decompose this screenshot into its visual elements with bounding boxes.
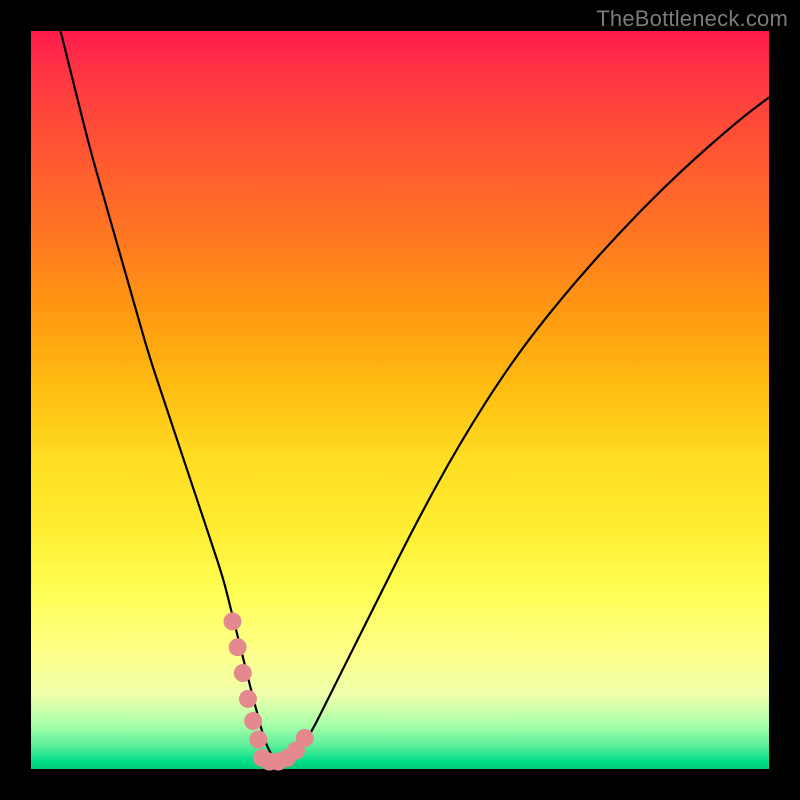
highlight-dot	[223, 612, 241, 630]
plot-overlay	[31, 31, 769, 769]
highlight-dot	[239, 690, 257, 708]
bottleneck-curve	[61, 31, 769, 762]
chart-frame: TheBottleneck.com	[0, 0, 800, 800]
highlight-dot	[234, 664, 252, 682]
highlight-dot	[249, 730, 267, 748]
highlight-dot	[296, 729, 314, 747]
highlight-dot	[229, 638, 247, 656]
watermark-text: TheBottleneck.com	[596, 6, 788, 32]
highlight-dot	[244, 712, 262, 730]
